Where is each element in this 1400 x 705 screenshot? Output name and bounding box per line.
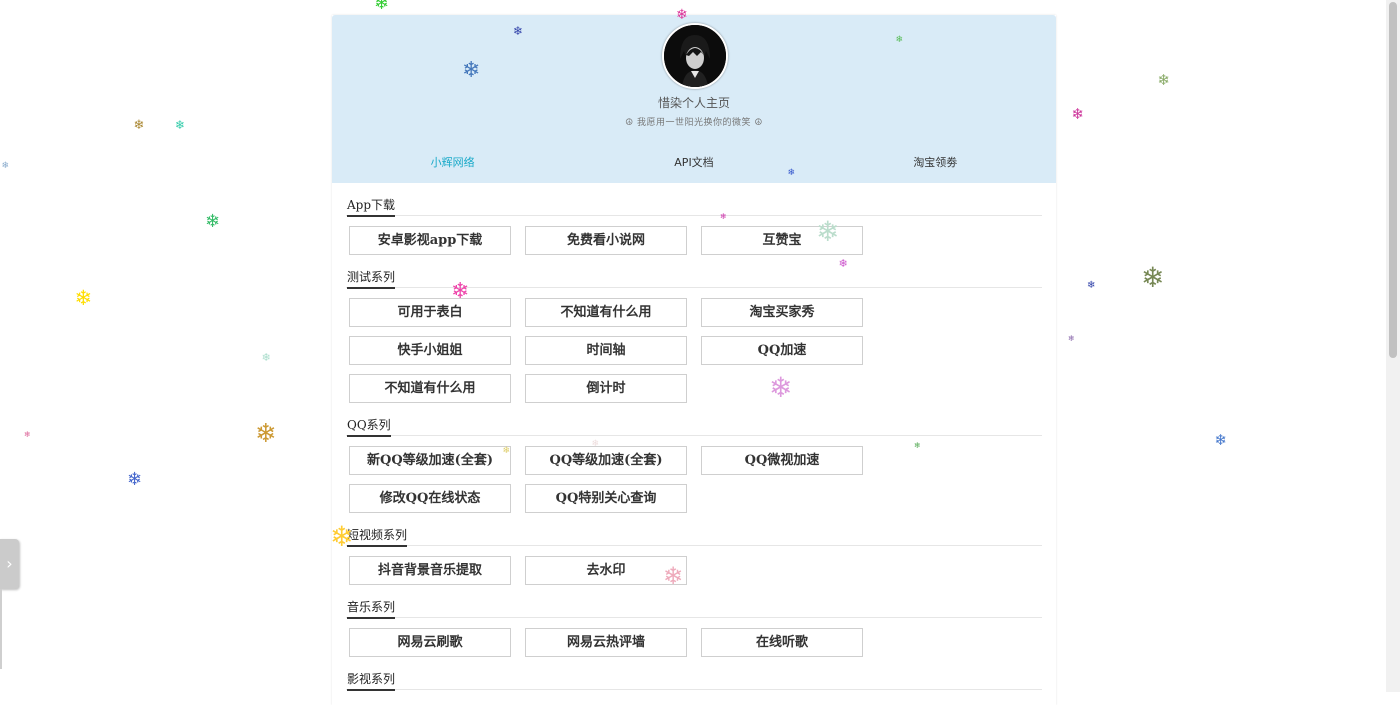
section-title-qq: QQ系列	[346, 415, 1042, 437]
snowflake-icon: ❄	[261, 350, 271, 364]
nav-link-api-docs[interactable]: API文档	[573, 153, 814, 173]
snowflake-icon: ❄	[24, 430, 31, 439]
link-button[interactable]: 可用于表白	[349, 298, 511, 327]
link-button[interactable]: 安卓影视app下载	[349, 226, 511, 255]
link-button[interactable]: 网易云热评墙	[525, 628, 687, 657]
snowflake-icon: ❄	[1141, 261, 1165, 294]
link-button[interactable]: 去水印	[525, 556, 687, 585]
profile-card: 惜染个人主页 ☮ 我愿用一世阳光换你的微笑 ☮ 小辉网络 API文档 淘宝领劵 …	[332, 15, 1056, 705]
section-title-movie: 影视系列	[346, 669, 1042, 691]
link-button[interactable]: 互赞宝	[701, 226, 863, 255]
snowflake-icon: ❄	[255, 419, 277, 449]
link-button[interactable]: 快手小姐姐	[349, 336, 511, 365]
section-grid-music: 网易云刷歌 网易云热评墙 在线听歌	[346, 628, 1042, 666]
content: App下载 安卓影视app下载 免费看小说网 互赞宝 测试系列 可用于表白 不知…	[332, 183, 1056, 691]
snowflake-icon: ❄	[1214, 430, 1228, 449]
snowflake-icon: ❄	[127, 469, 143, 490]
section-title-short-video: 短视频系列	[346, 525, 1042, 547]
section-grid-short-video: 抖音背景音乐提取 去水印	[346, 556, 1042, 594]
scrollbar-thumb[interactable]	[1389, 2, 1397, 358]
section-title-app: App下载	[346, 195, 1042, 217]
page-subtitle: ☮ 我愿用一世阳光换你的微笑 ☮	[625, 118, 763, 128]
link-button[interactable]: 不知道有什么用	[525, 298, 687, 327]
link-button[interactable]: 在线听歌	[701, 628, 863, 657]
link-button[interactable]: 修改QQ在线状态	[349, 484, 511, 513]
section-grid-qq: 新QQ等级加速(全套) QQ等级加速(全套) QQ微视加速 修改QQ在线状态 Q…	[346, 446, 1042, 522]
link-button[interactable]: 抖音背景音乐提取	[349, 556, 511, 585]
link-button[interactable]: 时间轴	[525, 336, 687, 365]
header-nav: 小辉网络 API文档 淘宝领劵	[332, 153, 1056, 173]
side-drawer-edge	[0, 589, 2, 669]
link-button[interactable]: QQ特别关心查询	[525, 484, 687, 513]
avatar-photo	[664, 25, 726, 87]
snowflake-icon: ❄	[175, 118, 186, 132]
snowflake-icon: ❄	[1071, 104, 1085, 123]
section-title-music: 音乐系列	[346, 597, 1042, 619]
snowflake-icon: ❄	[1157, 70, 1171, 89]
page-scrollbar[interactable]	[1386, 0, 1400, 692]
snowflake-icon: ❄	[133, 117, 145, 133]
link-button[interactable]: QQ加速	[701, 336, 863, 365]
nav-link-taobao-coupon[interactable]: 淘宝领劵	[815, 153, 1056, 173]
section-grid-test: 可用于表白 不知道有什么用 淘宝买家秀 快手小姐姐 时间轴 QQ加速 不知道有什…	[346, 298, 1042, 412]
link-button[interactable]: 新QQ等级加速(全套)	[349, 446, 511, 475]
link-button[interactable]: QQ微视加速	[701, 446, 863, 475]
link-button[interactable]: 网易云刷歌	[349, 628, 511, 657]
side-drawer-toggle[interactable]: ›	[0, 539, 19, 589]
link-button[interactable]: 倒计时	[525, 374, 687, 403]
link-button[interactable]: 免费看小说网	[525, 226, 687, 255]
nav-link-xiaohui[interactable]: 小辉网络	[332, 153, 573, 173]
snowflake-icon: ❄	[1, 160, 10, 171]
snowflake-icon: ❄	[1068, 334, 1075, 343]
link-button[interactable]: QQ等级加速(全套)	[525, 446, 687, 475]
snowflake-icon: ❄	[1087, 280, 1096, 291]
link-button[interactable]: 淘宝买家秀	[701, 298, 863, 327]
snowflake-icon: ❄	[74, 285, 93, 310]
section-title-test: 测试系列	[346, 267, 1042, 289]
snowflake-icon: ❄	[374, 0, 390, 14]
page-title: 惜染个人主页	[657, 96, 730, 110]
link-button[interactable]: 不知道有什么用	[349, 374, 511, 403]
profile-header: 惜染个人主页 ☮ 我愿用一世阳光换你的微笑 ☮ 小辉网络 API文档 淘宝领劵	[332, 15, 1056, 183]
snowflake-icon: ❄	[205, 211, 221, 232]
section-grid-app: 安卓影视app下载 免费看小说网 互赞宝	[346, 226, 1042, 264]
avatar	[662, 23, 728, 89]
chevron-right-icon: ›	[6, 554, 13, 573]
